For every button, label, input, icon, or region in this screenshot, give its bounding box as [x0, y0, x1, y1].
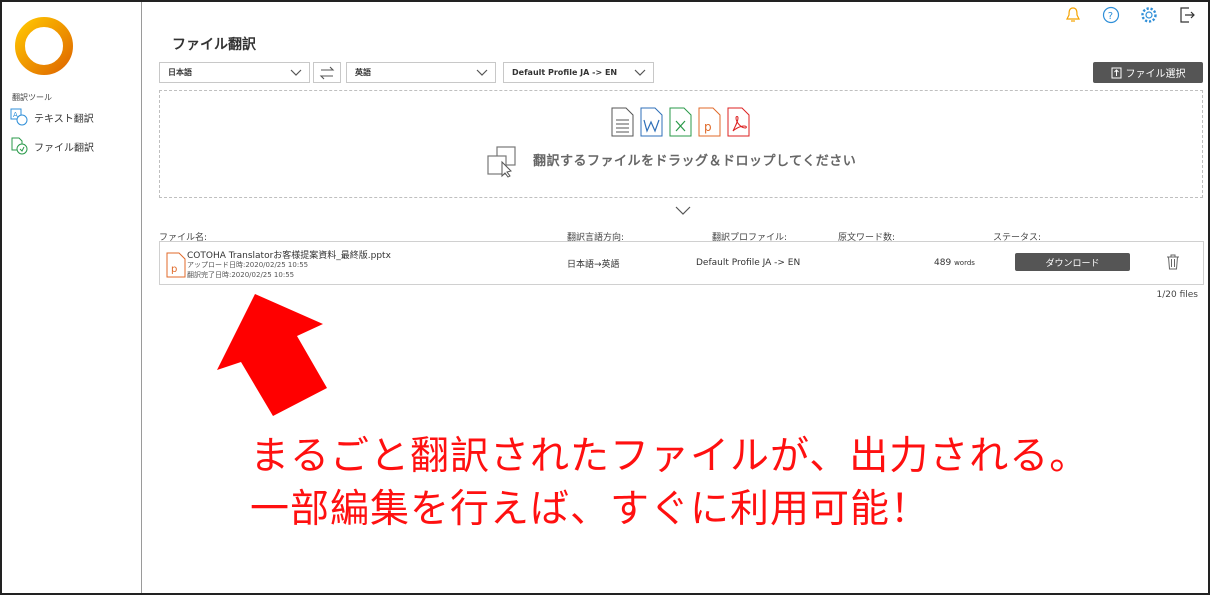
source-language-value: 日本語 — [168, 68, 192, 77]
annotation-line-1: まるごと翻訳されたファイルが、出力される。 — [250, 434, 1090, 479]
logout-icon[interactable] — [1178, 6, 1196, 24]
swap-languages-button[interactable] — [313, 62, 341, 83]
source-language-select[interactable]: 日本語 — [159, 62, 310, 83]
app-logo — [15, 17, 73, 75]
upload-icon — [1111, 67, 1121, 78]
sidebar: 翻訳ツール A テキスト翻訳 ファイル翻訳 — [2, 2, 142, 593]
red-arrow-annotation — [217, 294, 327, 416]
page-title: ファイル翻訳 — [172, 37, 256, 53]
drag-drop-icon — [487, 146, 516, 178]
sidebar-item-label: ファイル翻訳 — [34, 142, 94, 154]
word-icon — [640, 107, 663, 137]
powerpoint-icon: p — [698, 107, 721, 137]
select-file-label: ファイル選択 — [1125, 69, 1186, 80]
drop-instruction: 翻訳するファイルをドラッグ＆ドロップしてください — [533, 154, 857, 169]
target-language-select[interactable]: 英語 — [346, 62, 496, 83]
word-count-unit: words — [954, 259, 975, 267]
chevron-down-icon[interactable] — [674, 204, 692, 218]
gear-icon[interactable] — [1140, 6, 1158, 24]
header-icons: ? — [1064, 6, 1196, 24]
file-count: 1/20 files — [1156, 290, 1198, 300]
file-translate-icon — [11, 137, 28, 155]
svg-text:?: ? — [1108, 11, 1113, 22]
download-button[interactable]: ダウンロード — [1015, 253, 1130, 271]
select-file-button[interactable]: ファイル選択 — [1093, 62, 1203, 83]
tools-section-label: 翻訳ツール — [12, 93, 52, 102]
target-language-value: 英語 — [355, 68, 371, 77]
help-icon[interactable]: ? — [1102, 6, 1120, 24]
txt-icon — [611, 107, 634, 137]
trash-icon[interactable] — [1166, 254, 1180, 270]
translation-profile: Default Profile JA -> EN — [696, 258, 801, 268]
pdf-icon — [727, 107, 750, 137]
profile-value: Default Profile JA -> EN — [512, 68, 618, 77]
sidebar-item-label: テキスト翻訳 — [34, 113, 94, 125]
bell-icon[interactable] — [1064, 6, 1082, 24]
svg-text:p: p — [171, 264, 177, 275]
sidebar-item-file-translate[interactable]: ファイル翻訳 — [10, 137, 94, 155]
completed-datetime: 翻訳完了日時:2020/02/25 10:55 — [187, 271, 295, 279]
upload-datetime: アップロード日時:2020/02/25 10:55 — [187, 261, 309, 269]
powerpoint-icon: p — [166, 252, 186, 278]
table-row: p COTOHA Translatorお客様提案資料_最終版.pptx アップロ… — [159, 241, 1204, 285]
swap-icon — [319, 66, 335, 79]
word-count-value: 489 — [934, 258, 952, 268]
svg-text:p: p — [704, 120, 712, 134]
translation-direction: 日本語→英語 — [567, 260, 620, 270]
supported-file-types: p — [611, 107, 750, 137]
word-count: 489 words — [934, 258, 975, 268]
profile-select[interactable]: Default Profile JA -> EN — [503, 62, 654, 83]
chevron-down-icon — [290, 69, 302, 76]
chevron-down-icon — [634, 69, 646, 76]
sidebar-item-text-translate[interactable]: A テキスト翻訳 — [10, 108, 94, 126]
annotation-line-2: 一部編集を行えば、すぐに利用可能！ — [250, 487, 931, 532]
chevron-down-icon — [476, 69, 488, 76]
text-translate-icon: A — [10, 108, 28, 126]
excel-icon — [669, 107, 692, 137]
